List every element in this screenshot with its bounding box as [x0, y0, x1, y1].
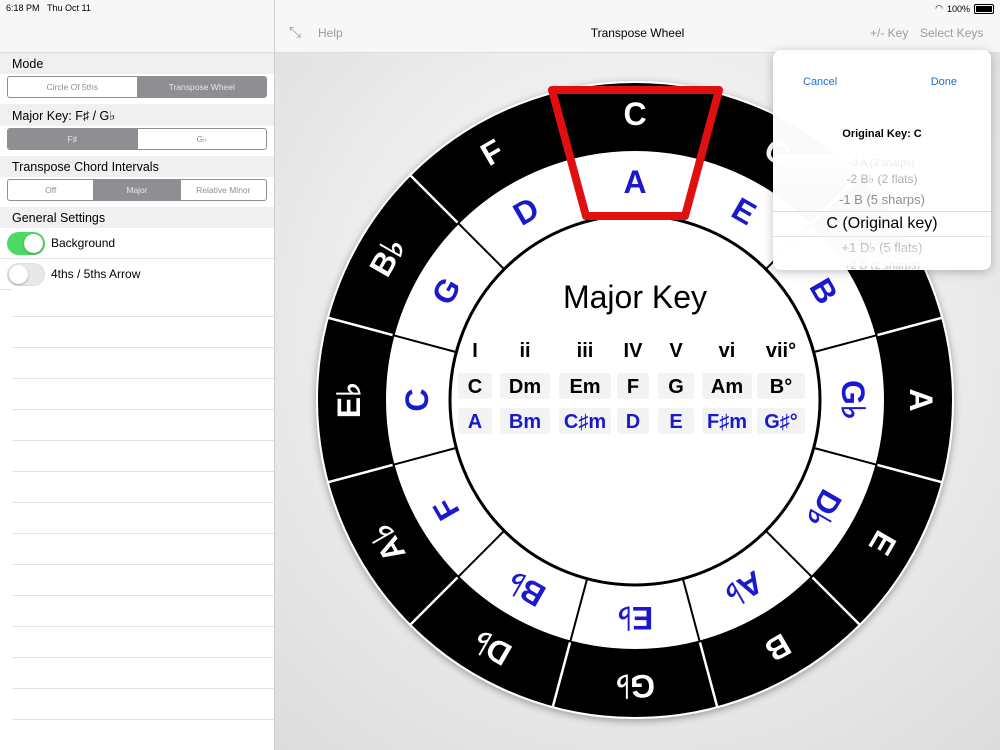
original-chord: Am [711, 376, 743, 398]
segment-relative-minor[interactable]: Relative Minor [181, 180, 266, 200]
original-chord: G [668, 376, 684, 398]
inner-key-label: A [623, 164, 646, 200]
arrow-toggle[interactable] [7, 262, 45, 286]
battery-icon [974, 3, 994, 14]
key-picker-popover: Cancel Done Original Key: C -3 A (3 shar… [773, 50, 991, 270]
original-key-label: Original Key: C [842, 128, 922, 140]
outer-key-label: G♭ [615, 668, 655, 704]
background-row: Background [0, 228, 274, 259]
outer-key-label: C [623, 96, 646, 132]
outer-key-label: E♭ [331, 382, 367, 418]
transposed-chord: C♯m [564, 411, 606, 433]
original-chord: B° [770, 376, 792, 398]
segment-off[interactable]: Off [8, 180, 95, 200]
cancel-button[interactable]: Cancel [803, 76, 837, 88]
key-button[interactable]: +/- Key [870, 26, 908, 40]
degree-label: ii [519, 340, 530, 362]
picker-option[interactable]: -1 B (5 sharps) [773, 192, 991, 207]
status-right: ◠ 100% [935, 3, 994, 14]
original-chord: C [468, 376, 482, 398]
segment-major[interactable]: Major [94, 180, 181, 200]
degree-label: V [669, 340, 683, 362]
transposed-chord: F♯m [707, 411, 747, 433]
transposed-chord: Bm [509, 411, 541, 433]
center-title: Major Key [563, 279, 707, 315]
picker-option[interactable]: +1 D♭ (5 flats) [773, 240, 991, 256]
picker-selected-option[interactable]: C (Original key) [773, 211, 991, 237]
background-toggle[interactable] [7, 231, 45, 255]
original-chord: Em [569, 376, 600, 398]
transposed-chord: E [669, 411, 682, 433]
transposed-chord: G♯° [764, 411, 798, 433]
select-keys-button[interactable]: Select Keys [920, 26, 983, 40]
intervals-heading: Transpose Chord Intervals [0, 156, 274, 177]
segment-g-flat[interactable]: G♭ [138, 129, 267, 149]
sidebar: Mode Circle Of 5ths Transpose Wheel Majo… [0, 0, 275, 750]
key-picker[interactable]: -3 A (3 sharps) -2 B♭ (2 flats) -1 B (5 … [773, 154, 991, 270]
picker-option[interactable]: -2 B♭ (2 flats) [773, 172, 991, 186]
major-key-heading: Major Key: F♯ / G♭ [0, 104, 274, 126]
segment-f-sharp[interactable]: F♯ [8, 129, 138, 149]
intervals-segmented-control: Off Major Relative Minor [7, 179, 267, 201]
degree-label: iii [577, 340, 594, 362]
transposed-chord: D [626, 411, 640, 433]
status-time: 6:18 PM Thu Oct 11 [6, 3, 91, 13]
segment-circle-of-5ths[interactable]: Circle Of 5ths [8, 77, 138, 97]
outer-key-label: A [903, 388, 939, 411]
wifi-icon: ◠ [935, 3, 943, 13]
battery-percent: 100% [946, 3, 970, 14]
original-chord: F [627, 376, 639, 398]
degree-label: vii° [766, 340, 796, 362]
center-disc [448, 213, 822, 587]
mode-heading: Mode [0, 53, 274, 74]
done-button[interactable]: Done [931, 76, 957, 88]
empty-list-lines [12, 286, 274, 750]
inner-key-label: C [399, 388, 435, 411]
inner-key-label: E♭ [617, 600, 653, 636]
picker-option[interactable]: +2 D (2 sharps) [773, 260, 991, 270]
arrow-label: 4ths / 5ths Arrow [51, 267, 141, 281]
original-chord: Dm [509, 376, 541, 398]
segment-transpose-wheel[interactable]: Transpose Wheel [137, 77, 266, 97]
transposed-chord: A [468, 411, 482, 433]
inner-key-label: G♭ [835, 380, 871, 420]
picker-option[interactable]: -3 A (3 sharps) [773, 158, 991, 169]
major-key-segmented-control: F♯ G♭ [7, 128, 267, 150]
degree-label: I [472, 340, 478, 362]
status-bar: 6:18 PM Thu Oct 11 ◠ 100% [0, 0, 1000, 16]
degree-label: vi [719, 340, 736, 362]
general-settings-heading: General Settings [0, 207, 274, 228]
mode-segmented-control: Circle Of 5ths Transpose Wheel [7, 76, 267, 98]
degree-label: IV [624, 340, 644, 362]
background-label: Background [51, 236, 116, 250]
